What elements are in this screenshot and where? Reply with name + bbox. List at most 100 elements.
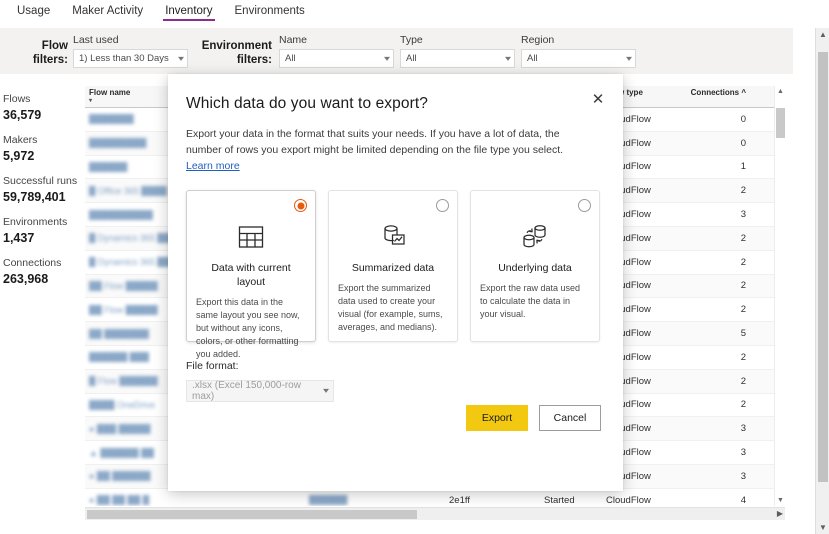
top-navigation: Usage Maker Activity Inventory Environme…	[0, 0, 829, 28]
filter-last-used-value: 1) Less than 30 Days	[79, 53, 169, 64]
kpi-connections: Connections 263,968	[3, 256, 83, 288]
cell-connections: 2	[740, 280, 746, 292]
file-format-select[interactable]: .xlsx (Excel 150,000-row max) ▾	[186, 380, 334, 402]
page-vertical-scrollbar[interactable]: ▲ ▼	[815, 28, 829, 534]
cell-connections: 3	[740, 447, 746, 459]
chevron-down-icon: ▾	[383, 53, 391, 63]
radio-button-unselected[interactable]	[578, 199, 591, 212]
radio-button-selected[interactable]	[294, 199, 307, 212]
chevron-down-icon: ▾	[625, 53, 633, 63]
kpi-flows: Flows 36,579	[3, 92, 83, 124]
export-option-current-layout[interactable]: Data with current layout Export this dat…	[186, 190, 316, 359]
filter-type-value: All	[406, 53, 417, 64]
page-scroll-thumb[interactable]	[818, 52, 828, 482]
export-button[interactable]: Export	[466, 405, 528, 431]
kpi-environments: Environments 1,437	[3, 215, 83, 247]
export-option-description: Export the summarized data used to creat…	[338, 283, 443, 332]
table-scroll-thumb[interactable]	[776, 108, 785, 138]
scroll-down-icon[interactable]: ▼	[775, 497, 785, 504]
cell-flow-name: ● ██ ██ ██ █	[85, 495, 305, 505]
close-icon[interactable]: ✕	[587, 88, 609, 110]
environment-filters-label-line1: Environment	[201, 40, 272, 52]
chevron-down-icon: ▾	[504, 53, 512, 63]
filter-name-value: All	[285, 53, 296, 64]
export-option-title: Summarized data	[351, 262, 435, 274]
radio-button-unselected[interactable]	[436, 199, 449, 212]
cell-connections: 2	[740, 185, 746, 197]
cell-connections: 3	[740, 423, 746, 435]
table-vertical-scrollbar[interactable]: ▲ ▼	[774, 86, 785, 506]
filter-region: Region All ▾	[521, 34, 636, 68]
filter-region-value: All	[527, 53, 538, 64]
nav-tab-usage[interactable]: Usage	[6, 0, 61, 21]
cell-connections: 1	[740, 161, 746, 173]
filter-last-used-caption: Last used	[73, 34, 119, 46]
cell-connections: 4	[740, 494, 746, 506]
nav-tab-maker-activity[interactable]: Maker Activity	[61, 0, 154, 21]
filter-type-select[interactable]: All ▾	[400, 49, 515, 68]
cell-connections: 5	[740, 328, 746, 340]
kpi-value: 36,579	[3, 108, 42, 122]
database-chart-icon	[338, 215, 448, 259]
column-header-connections[interactable]: Connections ^	[678, 86, 750, 97]
cell-connections: 2	[740, 232, 746, 244]
kpi-makers: Makers 5,972	[3, 133, 83, 165]
filter-name-select[interactable]: All ▾	[279, 49, 394, 68]
horizontal-scroll-thumb[interactable]	[87, 510, 417, 519]
kpi-value: 59,789,401	[3, 190, 66, 204]
export-option-underlying[interactable]: Underlying data Export the raw data used…	[470, 190, 600, 342]
kpi-panel: Flows 36,579 Makers 5,972 Successful run…	[3, 92, 83, 297]
cancel-button[interactable]: Cancel	[539, 405, 601, 431]
kpi-value: 1,437	[3, 231, 35, 245]
cell-connections: 0	[740, 137, 746, 149]
kpi-label: Environments	[3, 216, 68, 228]
export-option-description: Export this data in the same layout you …	[196, 297, 300, 359]
cell-connections: 2	[740, 351, 746, 363]
kpi-label: Makers	[3, 134, 38, 146]
export-data-dialog: ✕ Which data do you want to export? Expo…	[168, 74, 623, 491]
dialog-description: Export your data in the format that suit…	[186, 126, 590, 174]
filter-type: Type All ▾	[400, 34, 515, 68]
kpi-label: Flows	[3, 93, 31, 105]
cell-flow-state: Started	[544, 494, 575, 506]
nav-tab-label: Environments	[234, 5, 305, 17]
environment-filters-label-line2: filters:	[236, 54, 272, 66]
nav-tab-label: Maker Activity	[72, 5, 144, 17]
nav-tab-inventory[interactable]: Inventory	[154, 0, 223, 21]
database-sync-icon	[480, 215, 590, 259]
page-scroll-down-icon[interactable]: ▼	[816, 523, 829, 532]
filter-type-caption: Type	[400, 34, 423, 46]
scroll-right-icon[interactable]: ▶	[777, 509, 783, 518]
kpi-successful-runs: Successful runs 59,789,401	[3, 174, 83, 206]
export-option-summarized[interactable]: Summarized data Export the summarized da…	[328, 190, 458, 342]
filter-last-used: Last used 1) Less than 30 Days ▾	[73, 34, 188, 68]
filter-last-used-select[interactable]: 1) Less than 30 Days ▾	[73, 49, 188, 68]
table-horizontal-scrollbar[interactable]: ◀ ▶	[85, 507, 785, 520]
cell-connections: 3	[740, 209, 746, 221]
kpi-value: 263,968	[3, 272, 49, 286]
filter-name: Name All ▾	[279, 34, 394, 68]
flow-filters-label-line2: filters:	[32, 54, 68, 66]
chevron-down-icon: ▾	[177, 53, 185, 63]
cell-connections: 2	[740, 304, 746, 316]
export-option-cards: Data with current layout Export this dat…	[186, 190, 601, 359]
chevron-down-icon: ▾	[322, 386, 330, 395]
file-format-label: File format:	[186, 360, 239, 372]
filter-region-caption: Region	[521, 34, 555, 46]
app-root: Usage Maker Activity Inventory Environme…	[0, 0, 829, 534]
learn-more-link[interactable]: Learn more	[186, 160, 240, 172]
scroll-up-icon[interactable]: ▲	[775, 88, 785, 95]
filter-region-select[interactable]: All ▾	[521, 49, 636, 68]
cell-connections: 2	[740, 399, 746, 411]
export-option-title: Underlying data	[498, 262, 572, 274]
cell-secondary: ██████	[305, 495, 445, 505]
kpi-label: Connections	[3, 257, 62, 269]
cell-connections: 2	[740, 375, 746, 387]
table-grid-icon	[196, 215, 306, 259]
table-row[interactable]: ● ██ ██ ██ █ ██████ 2e1ff Started CloudFlow 4	[85, 489, 785, 506]
page-scroll-up-icon[interactable]: ▲	[816, 30, 829, 39]
dialog-title: Which data do you want to export?	[186, 95, 428, 112]
nav-tab-environments[interactable]: Environments	[224, 0, 316, 21]
dialog-actions: Export Cancel	[466, 405, 601, 431]
nav-tab-label: Inventory	[165, 5, 213, 17]
